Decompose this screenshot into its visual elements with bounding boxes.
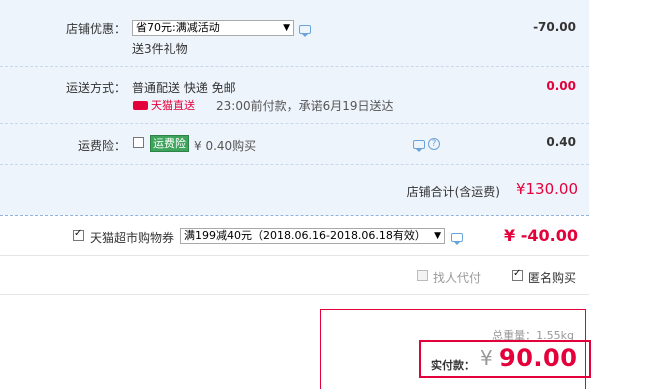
chat-icon[interactable] bbox=[299, 25, 311, 37]
shipping-label: 运送方式： bbox=[65, 81, 126, 95]
discount-select-value: 省70元:满减活动 bbox=[136, 21, 220, 34]
anonymous-label: 匿名购买 bbox=[528, 271, 577, 285]
row-divider bbox=[0, 66, 589, 67]
proxy-pay-checkbox[interactable] bbox=[417, 270, 428, 281]
tmall-direct-text: 天猫直送 bbox=[151, 99, 195, 112]
pay-label: 实付款： bbox=[431, 359, 475, 372]
row-divider bbox=[0, 123, 589, 124]
pay-amount: 90.00 bbox=[499, 344, 578, 372]
discount-amount: -70.00 bbox=[533, 20, 576, 34]
proxy-pay-label: 找人代付 bbox=[433, 271, 482, 285]
discount-gift-text: 送3件礼物 bbox=[132, 42, 188, 56]
discount-label: 店铺优惠： bbox=[65, 22, 126, 36]
delivery-promise: 23:00前付款，承诺6月19日送达 bbox=[216, 99, 394, 113]
dropdown-arrow-icon: ▼ bbox=[434, 231, 441, 241]
row-divider bbox=[0, 255, 589, 256]
subtotal-amount: ¥130.00 bbox=[515, 180, 578, 198]
dropdown-arrow-icon: ▼ bbox=[283, 23, 290, 33]
discount-select[interactable]: 省70元:满减活动 ▼ bbox=[132, 20, 294, 36]
coupon-select[interactable]: 满199减40元（2018.06.16-2018.06.18有效） ▼ bbox=[180, 228, 445, 244]
insurance-label: 运费险： bbox=[77, 139, 126, 153]
shipping-methods: 普通配送 快递 免邮 bbox=[132, 81, 236, 95]
insurance-tag: 运费险 bbox=[150, 135, 189, 152]
anonymous-checkbox[interactable] bbox=[512, 268, 523, 281]
chat-icon[interactable] bbox=[413, 140, 425, 152]
coupon-checkbox[interactable] bbox=[73, 228, 84, 241]
insurance-checkbox[interactable] bbox=[133, 137, 144, 148]
coupon-label: 天猫超市购物券 bbox=[90, 231, 175, 245]
chat-icon[interactable] bbox=[451, 233, 463, 245]
row-divider bbox=[0, 164, 589, 165]
coupon-amount: ¥ -40.00 bbox=[504, 226, 578, 245]
row-divider bbox=[0, 294, 589, 295]
coupon-select-value: 满199减40元（2018.06.16-2018.06.18有效） bbox=[184, 229, 426, 242]
section-divider bbox=[0, 215, 589, 216]
help-icon[interactable]: ? bbox=[428, 138, 440, 150]
shipping-amount: 0.00 bbox=[546, 79, 576, 93]
insurance-amount: 0.40 bbox=[546, 135, 576, 149]
tmall-logo-icon bbox=[133, 100, 148, 110]
subtotal-label: 店铺合计(含运费) bbox=[406, 185, 500, 199]
insurance-price: ¥ 0.40购买 bbox=[194, 139, 257, 153]
tmall-direct-badge: 天猫直送 bbox=[133, 97, 195, 113]
pay-currency: ¥ bbox=[480, 346, 493, 370]
